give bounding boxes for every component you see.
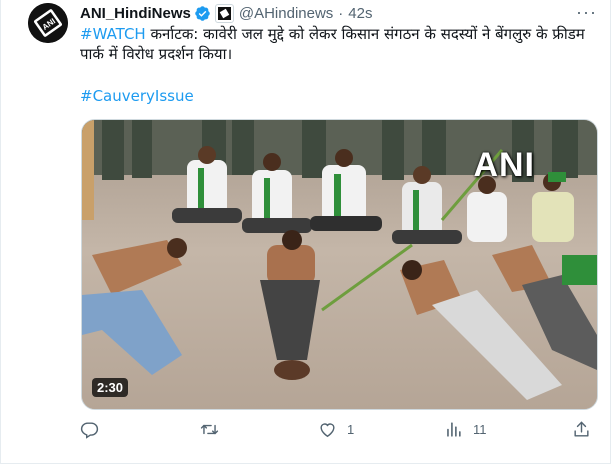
- author-handle[interactable]: @AHindinews: [239, 5, 333, 22]
- reply-icon: [80, 420, 99, 439]
- like-count: 1: [347, 422, 355, 437]
- like-icon: [318, 420, 337, 439]
- share-icon: [572, 420, 591, 439]
- ani-logo: ANI: [28, 3, 68, 43]
- verified-badge-icon: [194, 5, 211, 22]
- retweet-button[interactable]: [200, 420, 229, 439]
- tweet-actions: 1 11: [80, 420, 595, 442]
- views-count: 11: [473, 422, 487, 437]
- separator: ·: [338, 4, 344, 22]
- views-icon: [444, 420, 463, 439]
- author-name[interactable]: ANI_HindiNews: [80, 5, 191, 22]
- hashtag-cauveryissue[interactable]: #CauveryIssue: [80, 87, 194, 105]
- video-duration: 2:30: [92, 378, 129, 397]
- more-options-icon[interactable]: ···: [576, 2, 597, 23]
- tweet-text: #WATCH कर्नाटक: कावेरी जल मुद्दे को लेकर…: [80, 24, 585, 64]
- like-button[interactable]: 1: [318, 420, 354, 439]
- affiliate-icon[interactable]: [214, 3, 234, 23]
- retweet-icon: [200, 420, 219, 439]
- views-button[interactable]: 11: [444, 420, 487, 439]
- avatar[interactable]: ANI: [28, 3, 68, 43]
- reply-button[interactable]: [80, 420, 109, 439]
- ani-watermark: ANI: [473, 146, 535, 184]
- timestamp[interactable]: 42s: [348, 5, 372, 22]
- hashtag-watch[interactable]: #WATCH: [80, 25, 146, 43]
- tweet-body: कर्नाटक: कावेरी जल मुद्दे को लेकर किसान …: [80, 25, 585, 63]
- tweet-header: ANI_HindiNews @AHindinews · 42s: [80, 3, 372, 23]
- video-player[interactable]: ANI 2:30: [81, 119, 598, 410]
- share-button[interactable]: [572, 420, 591, 439]
